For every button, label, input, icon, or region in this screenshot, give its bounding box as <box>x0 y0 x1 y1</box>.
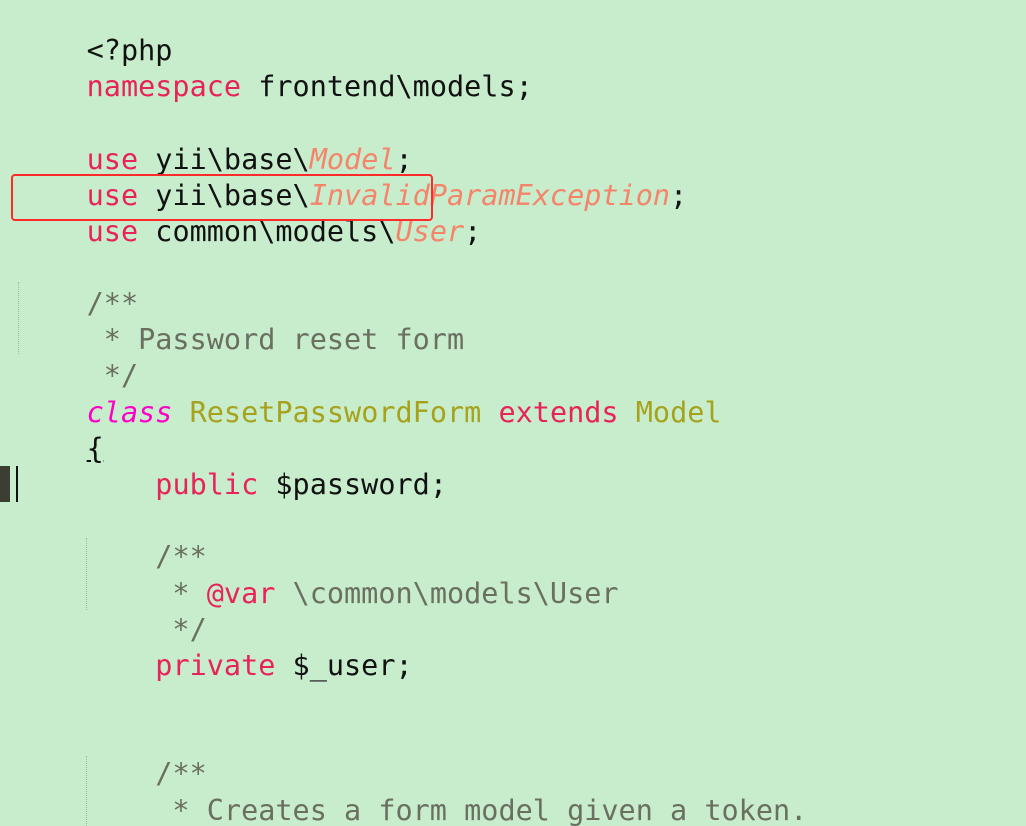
code-line[interactable]: /** <box>18 503 206 573</box>
semicolon: ; <box>464 215 482 248</box>
keyword-extends: extends <box>498 396 619 429</box>
code-line[interactable]: */ <box>18 322 138 392</box>
code-line[interactable]: * <box>18 793 190 826</box>
code-line[interactable]: * @var \common\models\User <box>18 540 618 610</box>
keyword-private: private <box>155 649 276 682</box>
code-line[interactable]: * Creates a form model given a token. <box>18 757 807 826</box>
parent-class-name: Model <box>635 396 722 429</box>
code-line[interactable]: /** <box>18 720 206 790</box>
code-line[interactable]: * Password reset form <box>18 286 464 356</box>
keyword-namespace: namespace <box>86 70 242 103</box>
code-editor[interactable]: <?php namespace frontend\models; use yii… <box>0 0 1026 826</box>
text-cursor <box>16 466 18 502</box>
comment: * Password reset form <box>86 323 465 356</box>
property-declaration: $_user; <box>275 649 413 682</box>
doc-tag-var: @var <box>206 577 276 610</box>
code-line[interactable]: use yii\base\InvalidParamException; <box>18 142 688 212</box>
code-line[interactable]: /** <box>18 250 138 320</box>
code-line[interactable]: public $password; <box>18 431 447 501</box>
code-line[interactable]: namespace frontend\models; <box>18 33 533 103</box>
keyword-public: public <box>155 468 259 501</box>
annotation-highlight-box <box>11 174 433 221</box>
current-line-marker <box>0 466 10 502</box>
code-line[interactable]: use yii\base\Model; <box>18 106 413 176</box>
code-line[interactable]: private $_user; <box>18 612 412 682</box>
code-line[interactable]: <?php <box>18 0 173 67</box>
semicolon: ; <box>670 179 688 212</box>
code-line[interactable]: { <box>18 395 104 465</box>
class-name: ResetPasswordForm <box>189 396 482 429</box>
code-line[interactable]: */ <box>18 576 206 646</box>
code-line[interactable]: class ResetPasswordForm extends Model <box>18 359 722 429</box>
property-declaration: $password; <box>258 468 447 501</box>
namespace-path: frontend\models; <box>241 70 533 103</box>
comment: \common\models\User <box>275 577 619 610</box>
comment: * Creates a form model given a token. <box>86 794 808 826</box>
